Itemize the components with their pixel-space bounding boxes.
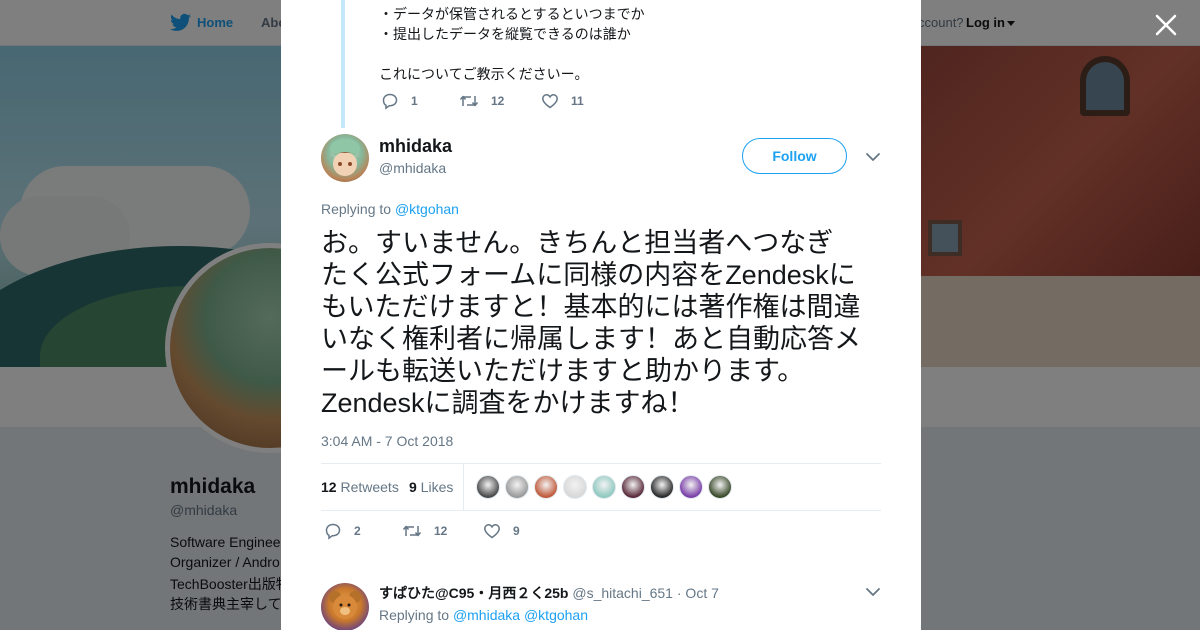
tweet-text-line: ールも転送いただけますと助かります。 [321, 356, 805, 386]
tweet-text-line: いなく権利者に帰属します！あと自動応答メ [321, 324, 861, 354]
previous-retweet-count: 12 [491, 94, 505, 108]
thread-connector [341, 0, 345, 128]
likes-stat-count: 9 [409, 479, 417, 495]
previous-tweet-line: ・提出したデータを縦覧できるのは誰か [379, 26, 631, 42]
reply-replying-prefix: Replying to [379, 607, 453, 623]
replying-to-link[interactable]: @ktgohan [395, 201, 459, 217]
chevron-down-icon[interactable] [865, 150, 881, 164]
tweet-text-line: もいただけますと！基本的には著作権は間違 [321, 292, 861, 322]
tweet-modal: ・データが保管されるとするといつまでか ・提出したデータを縦覧できるのは誰か こ… [281, 0, 921, 630]
retweet-icon [459, 95, 479, 107]
reply-date[interactable]: · Oct 7 [673, 585, 719, 601]
liker-avatar[interactable] [708, 475, 732, 499]
previous-reply-button[interactable]: 1 [381, 92, 418, 110]
likes-stat-label: Likes [416, 479, 454, 495]
previous-retweet-button[interactable]: 12 [459, 92, 504, 110]
tweet-stats: 12 Retweets 9 Likes [321, 463, 881, 511]
retweets-stat[interactable]: 12 Retweets [321, 479, 399, 495]
previous-like-count: 11 [571, 94, 584, 108]
like-button[interactable]: 9 [483, 522, 520, 540]
retweet-button[interactable]: 12 [402, 522, 447, 540]
avatar-art [330, 139, 360, 176]
author-avatar[interactable] [321, 134, 369, 182]
liker-avatar[interactable] [505, 475, 529, 499]
like-count: 9 [513, 524, 520, 538]
liker-avatar[interactable] [563, 475, 587, 499]
author-name[interactable]: mhidaka [379, 136, 452, 157]
avatar-art [329, 591, 361, 619]
reply-author-handle[interactable]: @s_hitachi_651 [568, 585, 673, 601]
tweet-text-line: たく公式フォームに同様の内容をZendeskに [321, 260, 856, 290]
liker-avatar[interactable] [592, 475, 616, 499]
heart-icon [484, 524, 500, 539]
stats-divider [463, 464, 464, 510]
liker-avatar[interactable] [476, 475, 500, 499]
tweet-text: お。すいません。きちんと担当者へつなぎ たく公式フォームに同様の内容をZende… [321, 227, 886, 419]
chevron-down-icon[interactable] [865, 585, 881, 599]
tweet-timestamp[interactable]: 3:04 AM - 7 Oct 2018 [321, 433, 453, 449]
likes-stat[interactable]: 9 Likes [409, 479, 453, 495]
retweets-stat-count: 12 [321, 479, 337, 495]
reply-replying-link[interactable]: @mhidaka [453, 607, 520, 623]
previous-tweet-line: これについてご教示くださいー。 [379, 66, 589, 82]
retweet-icon [402, 525, 422, 537]
previous-tweet-line: ・データが保管されるとするといつまでか [379, 6, 645, 22]
reply-icon [382, 93, 398, 110]
liker-avatar[interactable] [650, 475, 674, 499]
reply-replying-link[interactable]: @ktgohan [520, 607, 588, 623]
replying-prefix: Replying to [321, 201, 395, 217]
reply-author-avatar[interactable] [321, 583, 369, 630]
close-icon[interactable] [1153, 12, 1179, 38]
heart-icon [542, 94, 558, 109]
tweet-text-line: Zendeskに調査をかけますね！ [321, 388, 695, 418]
liker-avatar[interactable] [621, 475, 645, 499]
reply-replying-to: Replying to @mhidaka @ktgohan [379, 607, 588, 623]
reply-header: すぱひた@C95・月西２く25b @s_hitachi_651 · Oct 7 [379, 583, 719, 603]
reply-icon [325, 523, 341, 540]
follow-button[interactable]: Follow [742, 138, 847, 174]
replying-to: Replying to @ktgohan [321, 201, 459, 217]
previous-like-button[interactable]: 11 [541, 92, 584, 110]
retweet-count: 12 [434, 524, 448, 538]
liker-avatar[interactable] [534, 475, 558, 499]
reply-button[interactable]: 2 [324, 522, 361, 540]
reply-count: 2 [354, 524, 361, 538]
retweets-stat-label: Retweets [336, 479, 399, 495]
reply-author-name[interactable]: すぱひた@C95・月西２く25b [379, 585, 568, 601]
author-handle[interactable]: @mhidaka [379, 160, 446, 176]
previous-reply-count: 1 [411, 94, 418, 108]
tweet-text-line: お。すいません。きちんと担当者へつなぎ [321, 228, 834, 258]
liker-avatar[interactable] [679, 475, 703, 499]
liker-avatars [476, 475, 737, 499]
